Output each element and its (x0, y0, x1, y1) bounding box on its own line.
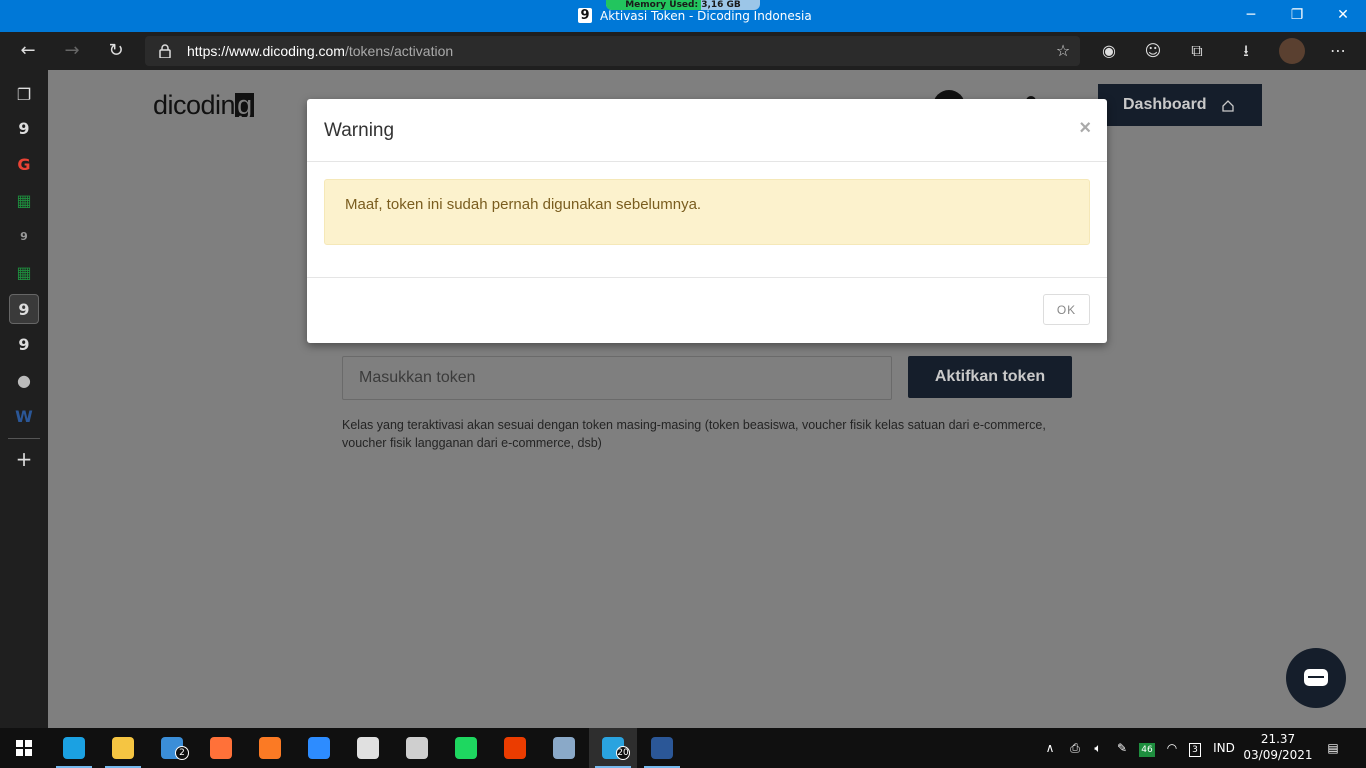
close-window-button[interactable]: ✕ (1320, 0, 1366, 32)
dashboard-label: Dashboard (1123, 96, 1207, 113)
dicoding-tab-icon[interactable]: 9 (9, 114, 39, 144)
activate-token-button[interactable]: Aktifkan token (908, 356, 1072, 398)
photos-icon (553, 737, 575, 759)
dicoding-tab-icon-active[interactable]: 9 (9, 294, 39, 324)
zoom-icon (308, 737, 330, 759)
logo-text: dicodin (153, 90, 236, 120)
edge-taskbar-button[interactable] (50, 728, 98, 768)
url-text: https://www.dicoding.com/tokens/activati… (187, 43, 453, 59)
warning-message: Maaf, token ini sudah pernah digunakan s… (345, 196, 702, 213)
paint-icon (357, 737, 379, 759)
windows-icon (16, 740, 32, 756)
keyboard-taskbar-button[interactable] (393, 728, 441, 768)
dicoding-logo[interactable]: dicoding (153, 90, 254, 121)
url-path: /tokens/activation (344, 43, 454, 59)
word-icon (651, 737, 673, 759)
notification-count-icon[interactable]: 3 (1186, 728, 1204, 768)
xampp-icon (259, 737, 281, 759)
wifi-icon[interactable]: ◠ (1162, 728, 1182, 768)
telegram-taskbar-button[interactable]: 20 (589, 728, 637, 768)
firefox-taskbar-button[interactable] (197, 728, 245, 768)
modal-divider (307, 277, 1107, 278)
refresh-icon[interactable]: ↻ (98, 32, 134, 70)
firefox-icon (210, 737, 232, 759)
clock-date: 03/09/2021 (1243, 748, 1313, 762)
xampp-taskbar-button[interactable] (246, 728, 294, 768)
google-tab-icon[interactable]: G (9, 150, 39, 180)
volume-icon[interactable]: 🔈︎ (1089, 728, 1107, 768)
chat-button[interactable] (1286, 648, 1346, 708)
mail-taskbar-button[interactable]: 2 (148, 728, 196, 768)
warning-modal: Warning × Maaf, token ini sudah pernah d… (307, 99, 1107, 343)
sidebar-divider (8, 438, 40, 439)
language-indicator[interactable]: IND (1210, 728, 1238, 768)
address-bar[interactable]: https://www.dicoding.com/tokens/activati… (145, 36, 1080, 66)
modal-close-button[interactable]: × (1079, 117, 1091, 140)
notification-count: 3 (1189, 743, 1201, 757)
office-taskbar-button[interactable] (491, 728, 539, 768)
url-domain: https://www.dicoding.com (187, 43, 345, 59)
taskbar-badge: 2 (175, 746, 189, 760)
window-title: Aktivasi Token - Dicoding Indonesia (600, 8, 812, 23)
back-icon[interactable]: ← (10, 32, 46, 70)
dicoding-tab-icon[interactable]: 9 (9, 222, 39, 252)
extension-face-icon[interactable]: ☺ (1140, 38, 1166, 64)
pen-icon[interactable]: ✎ (1113, 728, 1131, 768)
action-center-icon[interactable]: ▤ (1320, 728, 1346, 768)
word-tab-icon[interactable]: W (9, 402, 39, 432)
favorites-star-icon[interactable]: ☆ (1050, 38, 1076, 64)
warning-alert: Maaf, token ini sudah pernah digunakan s… (324, 179, 1090, 245)
tray-overflow-icon[interactable]: ∧ (1042, 728, 1058, 768)
dicoding-tab-icon[interactable]: 9 (9, 330, 39, 360)
battery-badge[interactable]: 46 (1138, 728, 1156, 768)
minimize-button[interactable]: ─ (1228, 0, 1274, 32)
token-input[interactable]: Masukkan token (342, 356, 892, 400)
logo-g: g (235, 90, 254, 120)
taskbar-badge: 20 (616, 746, 630, 760)
network-device-icon[interactable]: ⎙ (1066, 728, 1084, 768)
office-icon (504, 737, 526, 759)
taskbar: 2 20 ∧ ⎙ 🔈︎ ✎ 46 ◠ 3 IND 21.37 03/09/2021… (0, 728, 1366, 768)
restore-button[interactable]: ❐ (1274, 0, 1320, 32)
github-tab-icon[interactable]: ● (9, 366, 39, 396)
vertical-tabs-sidebar: ❐ 9 G ▦ 9 ▦ 9 9 ● W + (0, 70, 48, 728)
token-help-text: Kelas yang teraktivasi akan sesuai denga… (342, 418, 1046, 450)
modal-title: Warning (324, 120, 395, 141)
extensions-puzzle-icon[interactable]: ⧉ (1184, 38, 1210, 64)
lock-icon (159, 44, 171, 58)
tab-actions-icon[interactable]: ❐ (9, 80, 39, 110)
media-taskbar-button[interactable] (442, 728, 490, 768)
modal-header: Warning × (307, 99, 1107, 162)
paint-taskbar-button[interactable] (344, 728, 392, 768)
start-button[interactable] (0, 728, 48, 768)
sheets-tab-icon[interactable]: ▦ (9, 258, 39, 288)
extension-icon[interactable]: ◉ (1096, 38, 1122, 64)
media-icon (455, 737, 477, 759)
forward-icon[interactable]: → (54, 32, 90, 70)
edge-icon (63, 737, 85, 759)
dicoding-g-icon: 9 (578, 8, 592, 23)
more-menu-icon[interactable]: ⋯ (1325, 38, 1351, 64)
battery-level: 46 (1139, 743, 1155, 757)
profile-avatar-icon[interactable] (1279, 38, 1305, 64)
file-explorer-taskbar-button[interactable] (99, 728, 147, 768)
keyboard-icon (406, 737, 428, 759)
new-tab-icon[interactable]: + (9, 444, 39, 474)
zoom-taskbar-button[interactable] (295, 728, 343, 768)
clock-time: 21.37 (1260, 732, 1296, 746)
sheets-tab-icon[interactable]: ▦ (9, 186, 39, 216)
browser-toolbar: ← → ↻ https://www.dicoding.com/tokens/ac… (0, 32, 1366, 70)
title-bar: Memory Used: 3,16 GB 9 Aktivasi Token - … (0, 0, 1366, 32)
clock[interactable]: 21.37 03/09/2021 (1242, 731, 1314, 763)
downloads-icon[interactable]: ⭳ (1233, 38, 1259, 64)
dashboard-button[interactable]: Dashboard (1098, 84, 1262, 126)
home-icon (1222, 100, 1234, 112)
photos-taskbar-button[interactable] (540, 728, 588, 768)
ok-button[interactable]: OK (1043, 294, 1090, 325)
chat-icon (1304, 669, 1328, 686)
word-taskbar-button[interactable] (638, 728, 686, 768)
file-explorer-icon (112, 737, 134, 759)
